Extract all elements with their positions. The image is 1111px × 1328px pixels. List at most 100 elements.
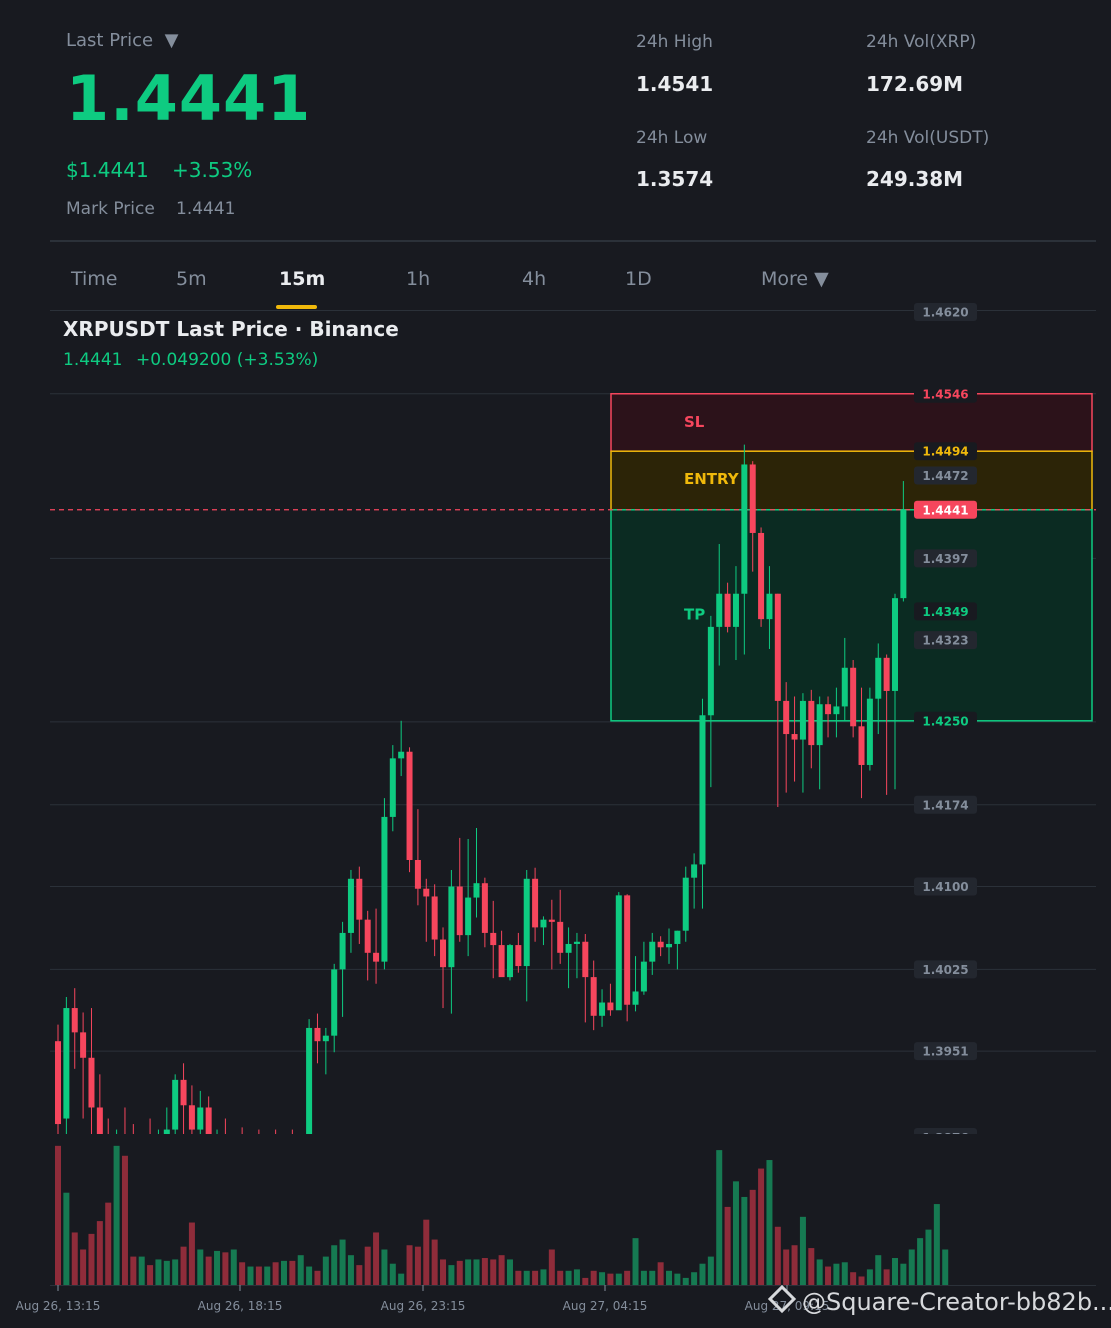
volume-bar (825, 1266, 832, 1285)
candle-up (875, 657, 882, 699)
volume-bar (356, 1265, 363, 1285)
volume-bar (691, 1272, 698, 1285)
volume-bar (63, 1192, 70, 1285)
volume-bar (55, 1145, 61, 1285)
volume-bar (892, 1258, 898, 1285)
candle-up (682, 877, 689, 931)
candle-up (214, 1141, 220, 1152)
volume-bar (615, 1273, 622, 1285)
candle-down (858, 726, 865, 765)
candle-down (423, 888, 430, 897)
volume-bar (339, 1239, 346, 1285)
candle-up (322, 1035, 329, 1042)
volume-bar (214, 1250, 221, 1285)
volume-bar (289, 1260, 296, 1285)
volume-bar (147, 1265, 154, 1285)
candle-up (799, 700, 806, 740)
volume-bar (331, 1245, 338, 1285)
candle-down (273, 1154, 279, 1163)
candle-down (532, 878, 539, 928)
candle-up (465, 897, 472, 936)
candle-down (55, 1041, 61, 1125)
candle-up (649, 941, 656, 962)
candle-up (231, 1149, 237, 1162)
take-profit-mid-tag: 1.4349 (922, 605, 968, 619)
volume-bar (130, 1256, 137, 1285)
candlestick-chart[interactable]: SL ENTRY TP 1.4620 1.4472 1.4397 1.4323 1.4174 1… (0, 0, 1111, 1328)
volume-bar (724, 1206, 731, 1285)
volume-bar (783, 1249, 790, 1285)
volume-bar (808, 1248, 815, 1285)
candle-up (540, 919, 547, 928)
volume-bar (841, 1262, 848, 1285)
take-profit-label: TP (684, 605, 705, 623)
candle-up (172, 1079, 179, 1130)
candle-down (88, 1057, 95, 1108)
volume-bar (406, 1245, 413, 1285)
candle-up (248, 1152, 254, 1163)
candle-up (766, 593, 773, 620)
volume-bar (230, 1249, 237, 1285)
candle-down (791, 734, 798, 740)
volume-bar (138, 1256, 145, 1285)
candle-up (674, 930, 681, 944)
candle-up (599, 1002, 606, 1016)
current-price-tag: 1.4441 (922, 503, 968, 517)
candle-down (222, 1141, 228, 1163)
candle-down (481, 883, 488, 933)
candle-down (808, 700, 815, 746)
y-tick-label: 1.4174 (922, 798, 968, 812)
candle-up (281, 1149, 287, 1162)
volume-bar (297, 1255, 304, 1285)
volume-bar (875, 1255, 882, 1285)
candle-up (732, 593, 739, 627)
candle-down (205, 1107, 212, 1134)
y-tick-label: 1.4620 (922, 306, 968, 320)
volume-bar (749, 1189, 756, 1285)
candle-up (331, 969, 338, 1036)
volume-bar (481, 1258, 488, 1285)
volume-bar (599, 1272, 606, 1285)
volume-bar (632, 1238, 639, 1285)
candle-down (498, 945, 505, 978)
volume-bar (548, 1249, 555, 1285)
x-tick-label: Aug 26, 13:15 (16, 1299, 101, 1313)
chart-change: +0.049200 (+3.53%) (136, 350, 319, 370)
volume-bar (540, 1269, 547, 1285)
candle-up (63, 1008, 70, 1119)
volume-bar (565, 1270, 572, 1285)
chart-title: XRPUSDT Last Price · Binance (63, 317, 399, 341)
volume-bar (280, 1260, 287, 1285)
candle-up (381, 816, 388, 962)
volume-bar (624, 1270, 631, 1285)
x-tick-label: Aug 27, 04:15 (563, 1299, 648, 1313)
volume-bar (431, 1239, 438, 1285)
candle-down (122, 1141, 128, 1152)
volume-bar (113, 1145, 120, 1285)
volume-bar (900, 1263, 907, 1285)
candle-down (607, 1002, 614, 1011)
entry-label: ENTRY (684, 470, 740, 488)
candle-up (573, 941, 580, 944)
candle-down (624, 895, 631, 1005)
watermark: @Square-Creator-bb82b... (767, 1284, 1111, 1316)
candle-down (414, 860, 421, 889)
candle-down (749, 464, 756, 533)
candle-up (666, 943, 673, 948)
volume-bar (456, 1260, 463, 1285)
volume-bar (96, 1221, 103, 1285)
volume-bar (590, 1270, 597, 1285)
volume-bar (239, 1262, 246, 1285)
volume-bar (942, 1249, 949, 1285)
volume-bar (523, 1270, 530, 1285)
candle-down (657, 941, 664, 948)
volume-bar (582, 1277, 589, 1285)
candle-up (565, 943, 572, 953)
candle-down (883, 657, 890, 691)
volume-bar (71, 1232, 78, 1285)
volume-bar (607, 1273, 614, 1285)
candle-down (314, 1027, 321, 1042)
volume-bar (816, 1259, 823, 1285)
volume-bar (557, 1270, 564, 1285)
volume-bar (306, 1266, 313, 1285)
